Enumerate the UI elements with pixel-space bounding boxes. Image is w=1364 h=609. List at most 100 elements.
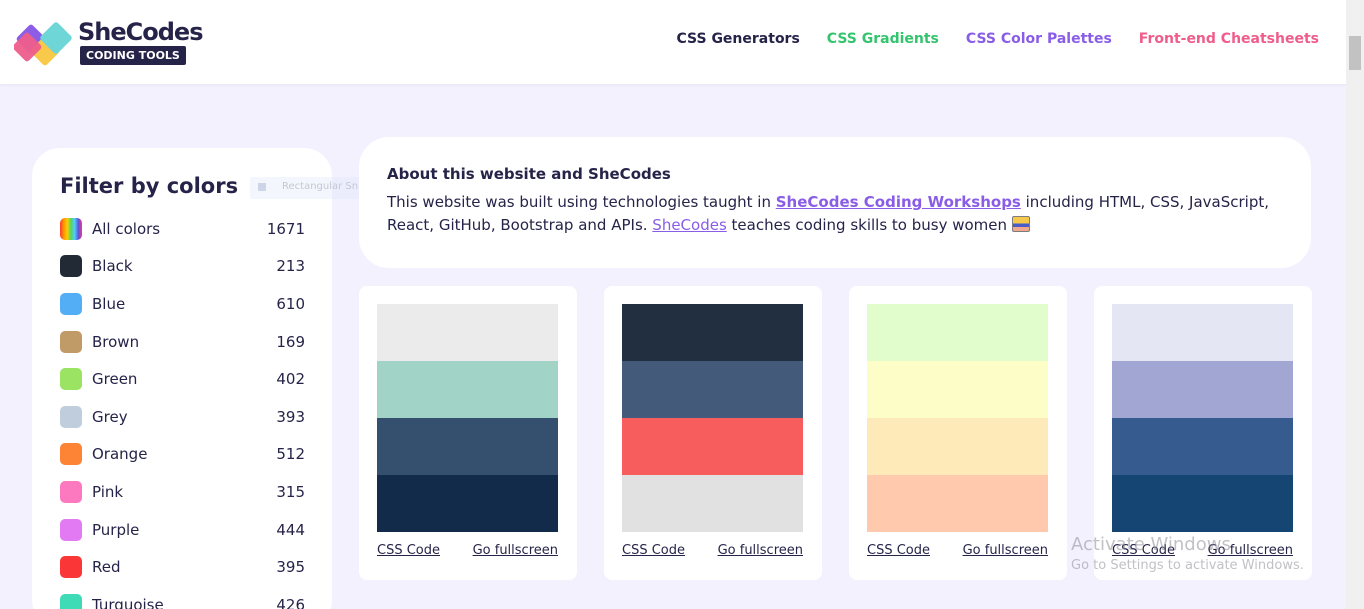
palette-color-band <box>867 304 1048 361</box>
filter-item-black[interactable]: Black 213 <box>60 248 305 286</box>
palette-color-band <box>1112 418 1293 475</box>
palette-color-band <box>867 475 1048 532</box>
filter-label: Brown <box>92 332 140 351</box>
css-code-link[interactable]: CSS Code <box>377 543 440 558</box>
about-text: This website was built using technologie… <box>387 191 1283 237</box>
palette-links: CSS Code Go fullscreen <box>867 543 1048 558</box>
snip-icon <box>258 183 266 191</box>
palette-links: CSS Code Go fullscreen <box>622 543 803 558</box>
shecodes-link[interactable]: SheCodes <box>652 216 726 234</box>
filter-count: 315 <box>276 482 305 501</box>
palette-card: CSS Code Go fullscreen <box>359 286 577 580</box>
logo-mark-icon <box>14 22 72 66</box>
palette-color-band <box>377 475 558 532</box>
filter-label: Pink <box>92 482 124 501</box>
nav-css-generators[interactable]: CSS Generators <box>677 31 800 47</box>
color-swatch <box>60 518 82 541</box>
palette-color-band <box>622 304 803 361</box>
palette-card: CSS Code Go fullscreen <box>1094 286 1312 580</box>
main-nav: CSS Generators CSS Gradients CSS Color P… <box>677 31 1320 47</box>
nav-front-end-cheatsheets[interactable]: Front-end Cheatsheets <box>1139 31 1319 47</box>
color-swatch <box>60 368 82 391</box>
about-text-3: teaches coding skills to busy women <box>726 216 1012 234</box>
color-swatch <box>60 480 82 503</box>
go-fullscreen-link[interactable]: Go fullscreen <box>718 543 803 558</box>
nav-css-color-palettes[interactable]: CSS Color Palettes <box>966 31 1112 47</box>
palette-color-band <box>1112 475 1293 532</box>
filter-item-turquoise[interactable]: Turquoise 426 <box>60 586 305 609</box>
about-card: About this website and SheCodes This web… <box>359 137 1311 268</box>
filter-title: Filter by colors <box>60 174 239 198</box>
filter-label: Grey <box>92 407 128 426</box>
color-swatch <box>60 556 82 579</box>
go-fullscreen-link[interactable]: Go fullscreen <box>963 543 1048 558</box>
css-code-link[interactable]: CSS Code <box>1112 543 1175 558</box>
palette-links: CSS Code Go fullscreen <box>1112 543 1293 558</box>
palette-color-band <box>1112 304 1293 361</box>
filter-item-brown[interactable]: Brown 169 <box>60 323 305 361</box>
filter-count: 393 <box>276 407 305 426</box>
filter-list: All colors 1671 Black 213 Blue 610 Brown 169 Gre… <box>60 210 305 609</box>
palette-card: CSS Code Go fullscreen <box>849 286 1067 580</box>
color-swatch <box>60 217 82 240</box>
about-text-1: This website was built using technologie… <box>387 193 776 211</box>
filter-item-pink[interactable]: Pink 315 <box>60 473 305 511</box>
filter-item-green[interactable]: Green 402 <box>60 360 305 398</box>
filter-count: 610 <box>276 294 305 313</box>
filter-count: 512 <box>276 445 305 464</box>
scrollbar-thumb[interactable] <box>1349 36 1361 70</box>
filter-item-blue[interactable]: Blue 610 <box>60 285 305 323</box>
palette-color-band <box>622 361 803 418</box>
palette-card: CSS Code Go fullscreen <box>604 286 822 580</box>
css-code-link[interactable]: CSS Code <box>622 543 685 558</box>
page-scrollbar[interactable] <box>1346 0 1364 609</box>
filter-count: 402 <box>276 370 305 389</box>
filter-item-orange[interactable]: Orange 512 <box>60 436 305 474</box>
filter-label: Purple <box>92 520 140 539</box>
filter-item-all-colors[interactable]: All colors 1671 <box>60 210 305 248</box>
nav-css-gradients[interactable]: CSS Gradients <box>827 31 939 47</box>
filter-label: Black <box>92 257 133 276</box>
shecodes-logo[interactable]: SheCodes CODING TOOLS <box>14 14 214 72</box>
palette-color-band <box>622 418 803 475</box>
woman-technologist-emoji-icon <box>1011 216 1030 232</box>
color-swatch <box>60 443 82 466</box>
go-fullscreen-link[interactable]: Go fullscreen <box>473 543 558 558</box>
site-header: SheCodes CODING TOOLS CSS Generators CSS… <box>0 0 1346 84</box>
filter-count: 395 <box>276 558 305 577</box>
filter-item-grey[interactable]: Grey 393 <box>60 398 305 436</box>
palette-swatches[interactable] <box>867 304 1048 532</box>
logo-title: SheCodes <box>78 18 203 46</box>
css-code-link[interactable]: CSS Code <box>867 543 930 558</box>
filter-label: Red <box>92 558 121 577</box>
go-fullscreen-link[interactable]: Go fullscreen <box>1208 543 1293 558</box>
about-title: About this website and SheCodes <box>387 165 671 183</box>
logo-subtitle: CODING TOOLS <box>80 46 186 65</box>
palette-links: CSS Code Go fullscreen <box>377 543 558 558</box>
filter-label: Turquoise <box>92 595 164 609</box>
palette-swatches[interactable] <box>622 304 803 532</box>
filter-label: Orange <box>92 445 148 464</box>
palette-color-band <box>377 361 558 418</box>
color-swatch <box>60 292 82 315</box>
color-filter-sidebar: Filter by colors All colors 1671 Black 213 B… <box>32 148 332 609</box>
shecodes-workshops-link[interactable]: SheCodes Coding Workshops <box>776 193 1021 211</box>
snip-label: Rectangular Snip <box>282 181 368 192</box>
filter-label: All colors <box>92 219 161 238</box>
filter-label: Green <box>92 370 138 389</box>
palette-color-band <box>377 304 558 361</box>
filter-label: Blue <box>92 294 126 313</box>
filter-count: 169 <box>276 332 305 351</box>
filter-item-red[interactable]: Red 395 <box>60 548 305 586</box>
palette-color-band <box>622 475 803 532</box>
palette-color-band <box>1112 361 1293 418</box>
palette-color-band <box>867 418 1048 475</box>
color-swatch <box>60 255 82 278</box>
palette-swatches[interactable] <box>377 304 558 532</box>
filter-item-purple[interactable]: Purple 444 <box>60 511 305 549</box>
color-swatch <box>60 405 82 428</box>
filter-count: 426 <box>276 595 305 609</box>
color-swatch <box>60 330 82 353</box>
palette-color-band <box>867 361 1048 418</box>
palette-swatches[interactable] <box>1112 304 1293 532</box>
